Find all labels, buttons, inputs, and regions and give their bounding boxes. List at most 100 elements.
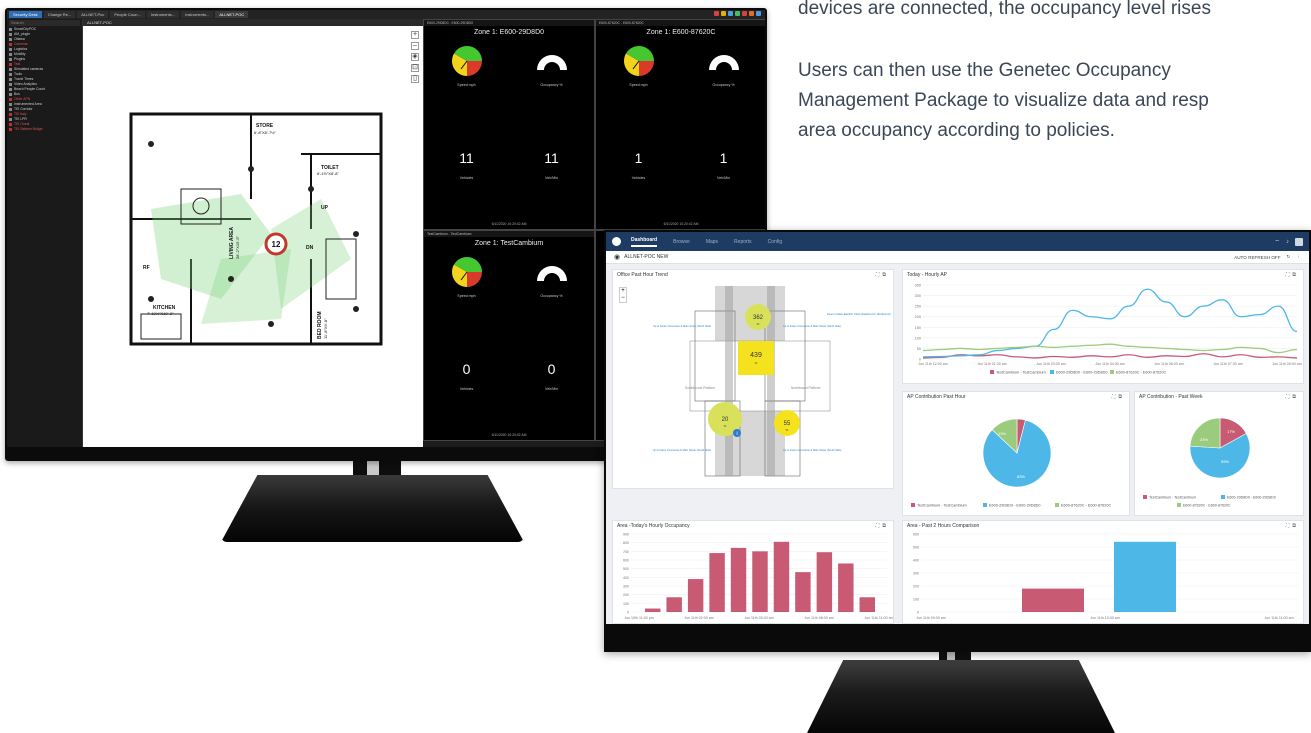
tray-icon[interactable]: [749, 11, 754, 16]
tile-zone-29d8d0[interactable]: E600-29D8D0 - E600-29D8D0 Zone 1: E600-2…: [423, 19, 595, 230]
occupancy-gauge: [536, 266, 567, 281]
tree-item[interactable]: TEI Saleem Bridge: [9, 127, 80, 132]
refresh-icon[interactable]: ↻: [1287, 254, 1291, 260]
store-label: STORE: [256, 123, 274, 129]
stairs-dn-label: DN: [306, 245, 314, 251]
nav-tab-maps[interactable]: Maps: [706, 239, 718, 245]
area-compare-chart: 0 100 200 300 400 500 600 Jun 11th 09:00 am Jun …: [913, 533, 1299, 620]
tab-security-desk[interactable]: Security Desk: [9, 11, 42, 18]
y-tick-label: 400: [913, 559, 919, 563]
notification-bell-icon[interactable]: ♪: [1286, 239, 1289, 245]
tray-icon[interactable]: [728, 11, 733, 16]
nav-tab-config[interactable]: Config: [768, 239, 782, 245]
store-dim: 6'-8"X8'-7½": [254, 130, 277, 135]
tree-item-icon: [9, 103, 12, 106]
tile-gauges: Speed mph Occupancy %: [596, 44, 765, 87]
tray-icon[interactable]: [756, 11, 761, 16]
y-tick-label: 200: [913, 585, 919, 589]
map-zoom-control[interactable]: + −: [619, 287, 627, 303]
sidebar-search-input[interactable]: Search: [9, 20, 80, 26]
tab-allnet-poc-small[interactable]: ALLNET-Poc: [77, 11, 109, 18]
wifi-icon[interactable]: ⌔: [1274, 238, 1280, 246]
vehicles-value: 0: [462, 361, 471, 377]
map-pane: ALLNET-POC + – ◈ ⊡ ▯ STORE 6'-8"X8'-7½" …: [83, 19, 423, 447]
tile-zone-testcambium[interactable]: TestCambium - TestCambium Zone 1: TestCa…: [423, 230, 595, 441]
layers-icon[interactable]: ◈: [411, 53, 419, 61]
expand-icon[interactable]: ⛶⧉: [1286, 392, 1299, 402]
expand-icon[interactable]: ⛶⧉: [1286, 521, 1299, 531]
location-name[interactable]: ALLNET-POC NEW: [624, 254, 668, 260]
tree-item-icon: [9, 48, 12, 51]
legend-swatch: [990, 370, 994, 374]
bubble-439-unit: %: [755, 361, 758, 365]
vehicles-counter: 1 Vehicles: [609, 150, 669, 180]
veh-per-min-value: 11: [544, 150, 559, 166]
tab-change-request[interactable]: Change Re...: [43, 11, 76, 18]
tray-icon[interactable]: [742, 11, 747, 16]
tab-instruments-1[interactable]: Instruments...: [146, 11, 180, 18]
panel-title: Office Past Hour Trend ⛶⧉: [613, 270, 893, 280]
top-nav: Dashboard Browse Maps Reports Config ⌔ ♪: [606, 232, 1309, 251]
dashboard-app: Dashboard Browse Maps Reports Config ⌔ ♪…: [606, 232, 1309, 624]
tree-item-icon: [9, 33, 12, 36]
avatar[interactable]: [1295, 237, 1303, 246]
tab-allnet-poc[interactable]: ALLNET-POC: [215, 11, 249, 18]
y-tick-label: 500: [913, 546, 919, 550]
toilet-dim: 6'-1½"X8'-8": [317, 171, 340, 176]
tree-item-icon: [9, 98, 12, 101]
security-desk-tabs: Security Desk Change Re... ALLNET-Poc Pe…: [7, 10, 765, 19]
speed-gauge: [451, 46, 482, 76]
occupancy-label: Occupancy %: [540, 83, 563, 87]
tray-icon[interactable]: [714, 11, 719, 16]
nav-tab-reports[interactable]: Reports: [734, 239, 752, 245]
panel-title: Area - Past 2 Hours Comparison ⛶⧉: [903, 521, 1303, 531]
legend-swatch: [1050, 370, 1054, 374]
expand-icon[interactable]: ⛶⧉: [1286, 270, 1299, 280]
tile-timestamp: 6/11/2020 10:20:42 AM: [491, 222, 527, 226]
nav-tab-browse[interactable]: Browse: [673, 239, 690, 245]
expand-icon[interactable]: ⛶⧉: [1112, 392, 1125, 402]
fit-icon[interactable]: ⊡: [411, 64, 419, 72]
x-tick-label: Jun 11th 04:30 am: [1095, 362, 1125, 366]
tree-item-label: TEI Saleem Bridge: [14, 127, 43, 131]
vehicles-label: Vehicles: [459, 176, 474, 180]
tray-icon[interactable]: [735, 11, 740, 16]
panel-area-compare: Area - Past 2 Hours Comparison ⛶⧉ 0 100 200…: [902, 520, 1304, 624]
panel-title-text: Office Past Hour Trend: [617, 272, 668, 278]
panel-icon[interactable]: ▯: [411, 75, 419, 83]
contrib-hour-pie: 13% 83% TestCambium - TestCambium E600-29D8…: [911, 418, 1111, 508]
y-tick-label: 0: [627, 611, 629, 615]
x-tick-label: Jun 11th 05:00 am: [744, 616, 774, 620]
stairs-up-label: UP: [321, 205, 329, 211]
office-floor-map: 362 % 439 % 20 % 55 % Southbound Platfor…: [653, 286, 891, 477]
living-dim: 28'-2"X15'-5": [235, 235, 240, 259]
auto-refresh-toggle[interactable]: AUTO REFRESH OFF: [1234, 255, 1280, 260]
occupancy-label: Occupancy %: [712, 83, 735, 87]
x-tick-label: Jun 11th 08:00 am: [804, 616, 834, 620]
y-tick-label: 300: [915, 294, 921, 298]
bubble-20-unit: %: [724, 424, 727, 428]
bubble-55-unit: %: [786, 428, 789, 432]
tab-instruments-2[interactable]: Instruments...: [181, 11, 214, 18]
sign-bottom-left: Up to Fares Concourse & Main Street (Sou…: [653, 448, 712, 452]
tree-item-icon: [9, 68, 12, 71]
marketing-copy: devices are connected, the occupancy lev…: [798, 0, 1311, 146]
zoom-out-icon[interactable]: –: [411, 42, 419, 50]
y-tick-label: 250: [915, 305, 921, 309]
vehicles-label: Vehicles: [459, 387, 474, 391]
tile-zone-87620c[interactable]: E600-87620C - E600-87620C Zone 1: E600-8…: [595, 19, 765, 230]
tree-item-icon: [9, 58, 12, 61]
tab-people-count[interactable]: People Coun...: [110, 11, 145, 18]
expand-icon[interactable]: ⛶⧉: [876, 521, 889, 531]
zoom-in-icon[interactable]: +: [411, 31, 419, 39]
gauge-segment: [466, 61, 482, 76]
tray-icon[interactable]: [721, 11, 726, 16]
veh-per-min-counter: 1 Veh/Min: [694, 150, 754, 180]
expand-icon[interactable]: ⛶⧉: [876, 270, 889, 280]
y-tick-label: 300: [623, 585, 629, 589]
x-tick-label: Jun 11th 03:00 am: [1036, 362, 1066, 366]
tree-item-icon: [9, 118, 12, 121]
more-menu-icon[interactable]: ⋮: [1296, 254, 1301, 260]
gauge-segment: [638, 61, 654, 76]
nav-tab-dashboard[interactable]: Dashboard: [631, 237, 658, 247]
